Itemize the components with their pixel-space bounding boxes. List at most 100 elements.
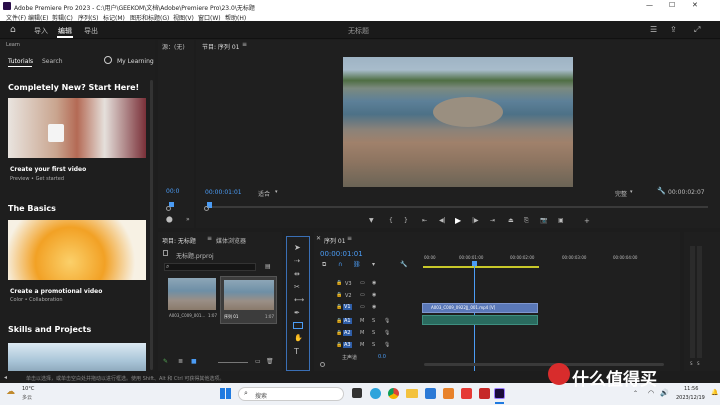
snap-magnet-icon[interactable]: ∩ [338,261,342,268]
project-panel-menu-icon[interactable]: ≡ [207,235,212,242]
mark-in-icon[interactable]: { [389,217,393,224]
close-button[interactable]: ✕ [692,1,698,9]
media-browser-tab[interactable]: 媒体浏览器 [216,236,246,245]
quality-dropdown[interactable]: 完整 [615,189,627,198]
add-marker-icon[interactable]: ▼ [369,217,374,224]
app-icon-red-1[interactable] [461,388,472,399]
video-clip-v1[interactable]: A003_C009_0922JJ_001.mp4 [V] [422,303,538,313]
wrench-settings-icon[interactable]: 🔧 [657,187,666,195]
a2-lock-icon[interactable]: 🔒 [336,330,342,336]
go-to-in-icon[interactable]: ⇤ [422,217,427,224]
timeline-tab[interactable]: 序列 01 [324,236,346,245]
a3-solo-icon[interactable]: S [372,342,375,348]
program-panel-menu-icon[interactable]: ≡ [242,41,247,48]
v3-eye-icon[interactable]: ◉ [372,280,376,286]
fit-dropdown[interactable]: 适合 [258,189,270,198]
delete-trash-icon[interactable]: 🗑 [266,358,274,365]
volume-icon[interactable]: 🔊 [660,389,669,397]
tab-edit[interactable]: 编辑 [58,26,72,36]
a3-label[interactable]: A3 [343,342,352,348]
learn-scrollbar[interactable] [150,80,153,370]
clock-time[interactable]: 11:56 [684,386,698,392]
nest-icon[interactable]: ⧉ [322,261,326,269]
v1-lock-icon[interactable]: 🔒 [336,304,342,310]
a2-mic-icon[interactable]: 🎙 [384,330,390,336]
tutorial-thumbnail-iceland[interactable] [8,343,146,371]
tab-import[interactable]: 导入 [34,26,48,36]
program-zoom-circle-icon[interactable] [204,206,209,211]
new-item-icon[interactable]: ▭ [255,358,261,365]
pencil-icon[interactable]: ✎ [163,358,168,365]
source-more-icon[interactable]: » [186,216,190,223]
quick-export-icon[interactable]: ⇪ [670,25,677,34]
minimize-button[interactable]: — [646,1,653,9]
a1-solo-icon[interactable]: S [372,318,375,324]
timeline-playhead-handle[interactable] [472,261,477,266]
fullscreen-icon[interactable]: ⤢ [694,25,700,35]
tray-chevron-icon[interactable]: ⌃ [633,390,638,397]
a3-lock-icon[interactable]: 🔒 [336,342,342,348]
file-explorer-icon[interactable] [406,389,418,398]
a1-mute-icon[interactable]: M [360,318,364,324]
app-icon-red-10[interactable] [479,388,490,399]
maximize-button[interactable]: ☐ [669,1,675,9]
slip-tool-icon[interactable]: ⟷ [294,296,304,304]
project-tab[interactable]: 项目: 无标题 [162,236,196,245]
task-view-icon[interactable] [352,388,362,398]
audio-meter-solo-left[interactable]: S [690,361,693,366]
program-tab[interactable]: 节目: 序列 01 [202,42,239,51]
lift-icon[interactable]: ⏏ [508,217,514,224]
a1-mic-icon[interactable]: 🎙 [384,318,390,324]
chrome-browser-icon[interactable] [388,388,399,399]
workspaces-icon[interactable]: ☰ [650,25,657,34]
clock-date[interactable]: 2023/12/19 [676,395,705,401]
project-item-clip[interactable] [168,278,216,310]
ripple-edit-tool-icon[interactable]: ⇹ [294,270,300,278]
new-bin-icon[interactable]: ▤ [265,263,271,270]
program-scrub-bar[interactable] [208,206,708,208]
premiere-taskbar-icon[interactable] [494,388,505,399]
card-title-promo-video[interactable]: Create a promotional video [10,288,102,295]
list-view-icon[interactable]: ≣ [178,358,183,365]
timeline-settings-wrench-icon[interactable]: 🔧 [400,261,407,268]
notification-bell-icon[interactable]: 🔔 [711,389,718,396]
a2-mute-icon[interactable]: M [360,330,364,336]
timeline-close-icon[interactable]: ✕ [316,235,321,242]
type-tool-icon[interactable]: T [294,347,299,356]
tab-tutorials[interactable]: Tutorials [8,58,33,65]
add-marker-timeline-icon[interactable]: ▾ [372,261,375,268]
v2-lock-icon[interactable]: 🔒 [336,292,342,298]
audio-meter-solo-right[interactable]: S [697,361,700,366]
master-track-value[interactable]: 0.0 [378,354,386,360]
v3-lock-icon[interactable]: 🔒 [336,280,342,286]
app-icon-orange[interactable] [443,388,454,399]
tab-search[interactable]: Search [42,58,63,65]
project-search-input[interactable] [164,263,256,271]
my-learning-link[interactable]: My Learning [117,58,154,65]
selection-tool-icon[interactable]: ➤ [294,243,301,252]
wifi-icon[interactable]: ◠ [648,389,654,397]
v2-sync-icon[interactable]: ▭ [360,292,365,298]
v3-sync-icon[interactable]: ▭ [360,280,365,286]
tutorial-thumbnail-coffee[interactable] [8,98,146,158]
taskbar-search-box[interactable]: ⌕ 搜索 [238,387,344,401]
a1-lock-icon[interactable]: 🔒 [336,318,342,324]
step-forward-icon[interactable]: |▶ [472,217,479,224]
icon-view-icon[interactable]: ■ [191,358,197,365]
v1-eye-icon[interactable]: ◉ [372,304,376,310]
a1-label[interactable]: A1 [343,318,352,324]
button-editor-plus-icon[interactable]: + [584,217,590,225]
timeline-zoom-circle-icon[interactable] [320,362,325,367]
a2-solo-icon[interactable]: S [372,330,375,336]
microsoft-store-icon[interactable] [425,388,436,399]
mark-out-icon[interactable]: } [404,217,408,224]
extract-icon[interactable]: ⎘ [524,217,529,225]
work-area-bar[interactable] [423,266,539,268]
timeline-panel-menu-icon[interactable]: ≡ [347,235,352,242]
audio-clip-a1[interactable] [422,315,538,325]
play-icon[interactable]: ▶ [455,216,461,225]
a2-label[interactable]: A2 [343,330,352,336]
home-icon[interactable]: ⌂ [10,25,16,35]
step-back-icon[interactable]: ◀| [439,217,446,224]
export-frame-camera-icon[interactable]: 📷 [540,217,547,224]
